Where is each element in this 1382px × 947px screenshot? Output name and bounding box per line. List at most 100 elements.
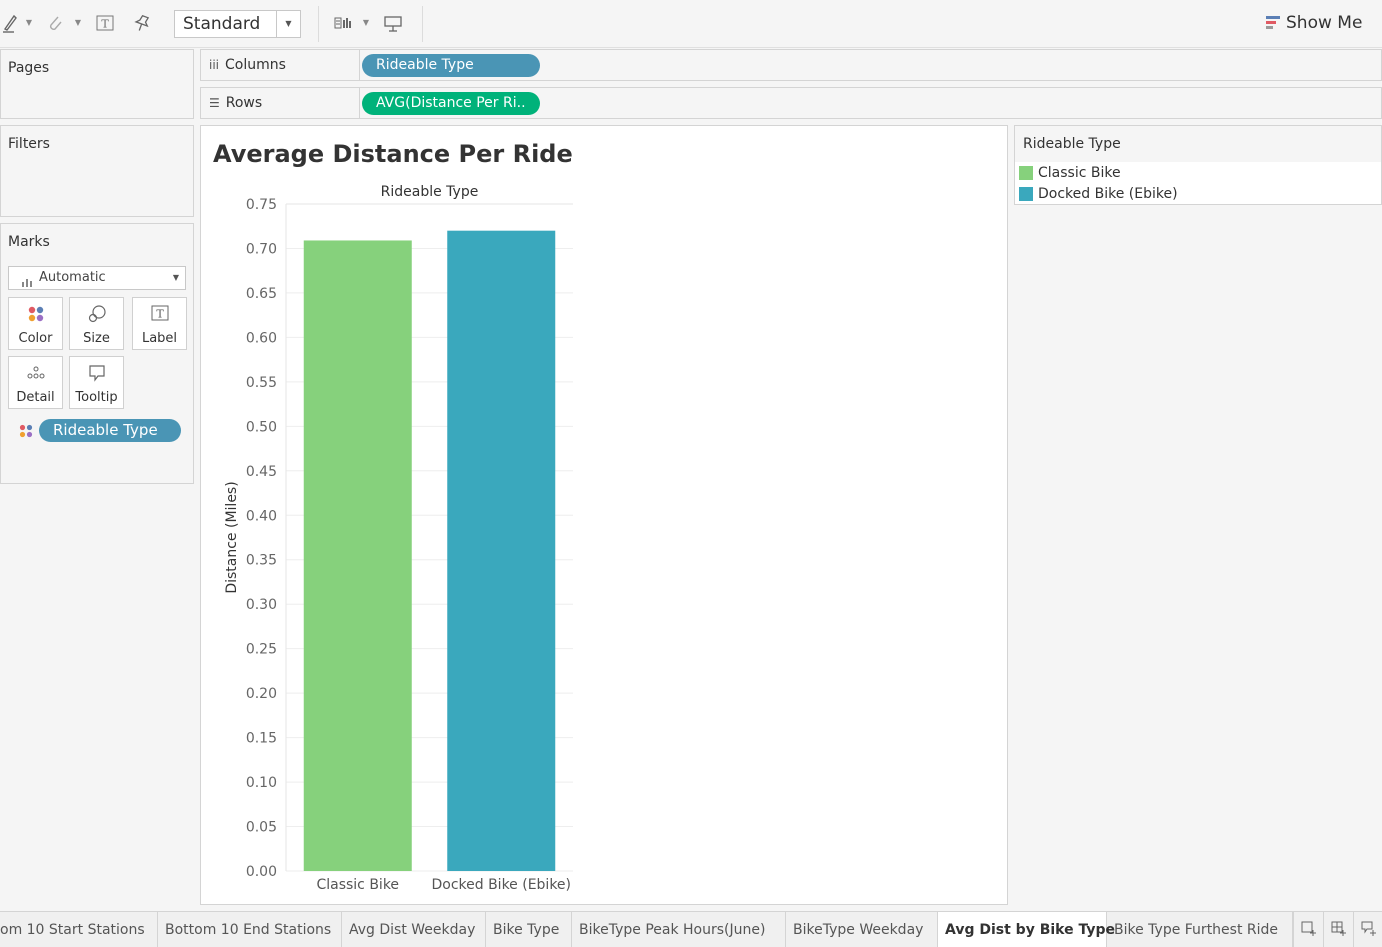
detail-icon bbox=[9, 363, 62, 383]
y-axis-label: Distance (Miles) bbox=[224, 481, 240, 593]
legend-swatch bbox=[1019, 166, 1033, 180]
svg-text:T: T bbox=[101, 18, 109, 31]
pages-title: Pages bbox=[8, 60, 50, 76]
presentation-icon[interactable] bbox=[382, 12, 404, 34]
pin-icon[interactable] bbox=[131, 12, 153, 34]
bar-chart: Rideable Type 0.00 0.05 0.10 0.15 0.20 0.25 0.3… bbox=[224, 184, 573, 893]
tab-avg-dist-by-bike-type[interactable]: Avg Dist by Bike Type bbox=[938, 912, 1115, 947]
columns-icon: iii bbox=[209, 58, 220, 72]
mode-select-value: Standard bbox=[183, 14, 261, 34]
label-button-label: Label bbox=[141, 331, 178, 346]
y-tick-label: 0.20 bbox=[246, 686, 277, 702]
tooltip-button[interactable]: Tooltip bbox=[69, 356, 124, 409]
chevron-down-icon: ▼ bbox=[276, 11, 300, 37]
y-tick-label: 0.75 bbox=[246, 197, 277, 213]
bar bbox=[303, 240, 412, 872]
fit-icon[interactable] bbox=[333, 12, 355, 34]
color-icon bbox=[18, 423, 34, 439]
highlighter-dropdown-icon[interactable]: ▼ bbox=[24, 12, 34, 34]
tooltip-button-label: Tooltip bbox=[75, 390, 118, 405]
column-header: Rideable Type bbox=[381, 184, 479, 200]
y-tick-label: 0.05 bbox=[246, 820, 277, 836]
y-tick-label: 0.60 bbox=[246, 330, 277, 346]
chart-pane: Average Distance Per Ride Rideable Type 0… bbox=[200, 125, 1008, 905]
toolbar-divider bbox=[318, 6, 319, 42]
label-button[interactable]: T Label bbox=[132, 297, 187, 350]
color-button-label: Color bbox=[18, 331, 53, 346]
rows-label: Rows bbox=[225, 95, 263, 111]
toolbar-divider bbox=[422, 6, 423, 42]
size-button-label: Size bbox=[83, 331, 110, 346]
tab-avg-dist-weekday[interactable]: Avg Dist Weekday bbox=[342, 912, 486, 947]
fit-dropdown-icon[interactable]: ▼ bbox=[361, 12, 371, 34]
y-tick-label: 0.65 bbox=[246, 286, 277, 302]
show-me-button[interactable]: Show Me bbox=[1266, 12, 1362, 34]
y-tick-label: 0.45 bbox=[246, 464, 277, 480]
paperclip-icon[interactable] bbox=[44, 12, 66, 34]
sheet-tab-bar: om 10 Start Stations Bottom 10 End Stati… bbox=[0, 911, 1382, 947]
y-tick-label: 0.00 bbox=[246, 864, 277, 880]
detail-button[interactable]: Detail bbox=[8, 356, 63, 409]
mode-select[interactable]: Standard ▼ bbox=[174, 10, 301, 38]
rows-pill-avg-distance[interactable]: AVG(Distance Per Ri.. bbox=[362, 92, 540, 115]
legend-item-label: Docked Bike (Ebike) bbox=[1038, 186, 1178, 202]
bar-chart-icon bbox=[21, 273, 33, 287]
new-dashboard-icon[interactable] bbox=[1323, 912, 1353, 947]
show-me-label: Show Me bbox=[1286, 13, 1363, 33]
tab-bike-type[interactable]: Bike Type bbox=[486, 912, 572, 947]
marks-color-pill-rideable-type[interactable]: Rideable Type bbox=[39, 419, 181, 442]
x-tick-label: Docked Bike (Ebike) bbox=[431, 877, 571, 893]
y-tick-label: 0.25 bbox=[246, 642, 277, 658]
y-tick-label: 0.30 bbox=[246, 597, 277, 613]
legend-item-docked-bike[interactable]: Docked Bike (Ebike) bbox=[1019, 184, 1178, 204]
detail-button-label: Detail bbox=[16, 390, 55, 405]
chevron-down-icon: ▼ bbox=[172, 273, 179, 282]
filters-title: Filters bbox=[8, 136, 50, 152]
legend-item-label: Classic Bike bbox=[1038, 165, 1121, 181]
y-tick-label: 0.70 bbox=[246, 241, 277, 257]
size-button[interactable]: Size bbox=[69, 297, 124, 350]
marks-title: Marks bbox=[8, 234, 50, 250]
y-tick-label: 0.15 bbox=[246, 731, 277, 747]
size-icon bbox=[70, 304, 123, 324]
marks-card: Marks bbox=[0, 223, 194, 484]
tooltip-icon bbox=[70, 363, 123, 383]
new-story-icon[interactable] bbox=[1353, 912, 1382, 947]
toolbar: ▼ ▼ T Standard ▼ ▼ Show Me bbox=[0, 0, 1382, 48]
tab-biketype-peak-hours[interactable]: BikeType Peak Hours(June) bbox=[572, 912, 786, 947]
highlighter-icon[interactable] bbox=[0, 12, 22, 34]
y-tick-label: 0.40 bbox=[246, 508, 277, 524]
y-tick-label: 0.10 bbox=[246, 775, 277, 791]
y-tick-label: 0.55 bbox=[246, 375, 277, 391]
tab-bike-type-furthest-ride[interactable]: Bike Type Furthest Ride bbox=[1107, 912, 1293, 947]
label-icon: T bbox=[133, 304, 186, 324]
color-legend: Rideable Type Classic Bike Docked Bike (… bbox=[1014, 125, 1382, 205]
rows-icon: ☰ bbox=[209, 96, 220, 110]
text-icon[interactable]: T bbox=[94, 12, 116, 34]
filters-shelf[interactable]: Filters bbox=[0, 125, 194, 217]
pages-shelf[interactable]: Pages bbox=[0, 49, 194, 119]
legend-swatch bbox=[1019, 187, 1033, 201]
marks-type-select[interactable]: Automatic ▼ bbox=[8, 266, 186, 290]
columns-shelf[interactable]: Rideable Type bbox=[359, 49, 1382, 81]
columns-label: Columns bbox=[225, 57, 286, 73]
rows-shelf[interactable]: AVG(Distance Per Ri.. bbox=[359, 87, 1382, 119]
color-button[interactable]: Color bbox=[8, 297, 63, 350]
y-tick-label: 0.35 bbox=[246, 553, 277, 569]
legend-body: Classic Bike Docked Bike (Ebike) bbox=[1015, 162, 1381, 204]
marks-type-value: Automatic bbox=[39, 270, 106, 285]
rows-shelf-label: ☰ Rows bbox=[200, 87, 360, 119]
legend-title: Rideable Type bbox=[1023, 136, 1121, 152]
y-tick-label: 0.50 bbox=[246, 419, 277, 435]
show-me-icon bbox=[1266, 13, 1280, 29]
bar bbox=[447, 230, 556, 871]
new-worksheet-icon[interactable] bbox=[1293, 912, 1323, 947]
paperclip-dropdown-icon[interactable]: ▼ bbox=[73, 12, 83, 34]
tab-biketype-weekday[interactable]: BikeType Weekday bbox=[786, 912, 938, 947]
svg-text:T: T bbox=[156, 308, 164, 321]
color-icon bbox=[9, 304, 62, 324]
columns-pill-rideable-type[interactable]: Rideable Type bbox=[362, 54, 540, 77]
tab-top-10-start-stations[interactable]: om 10 Start Stations bbox=[0, 912, 158, 947]
tab-bottom-10-end-stations[interactable]: Bottom 10 End Stations bbox=[158, 912, 342, 947]
legend-item-classic-bike[interactable]: Classic Bike bbox=[1019, 163, 1121, 183]
